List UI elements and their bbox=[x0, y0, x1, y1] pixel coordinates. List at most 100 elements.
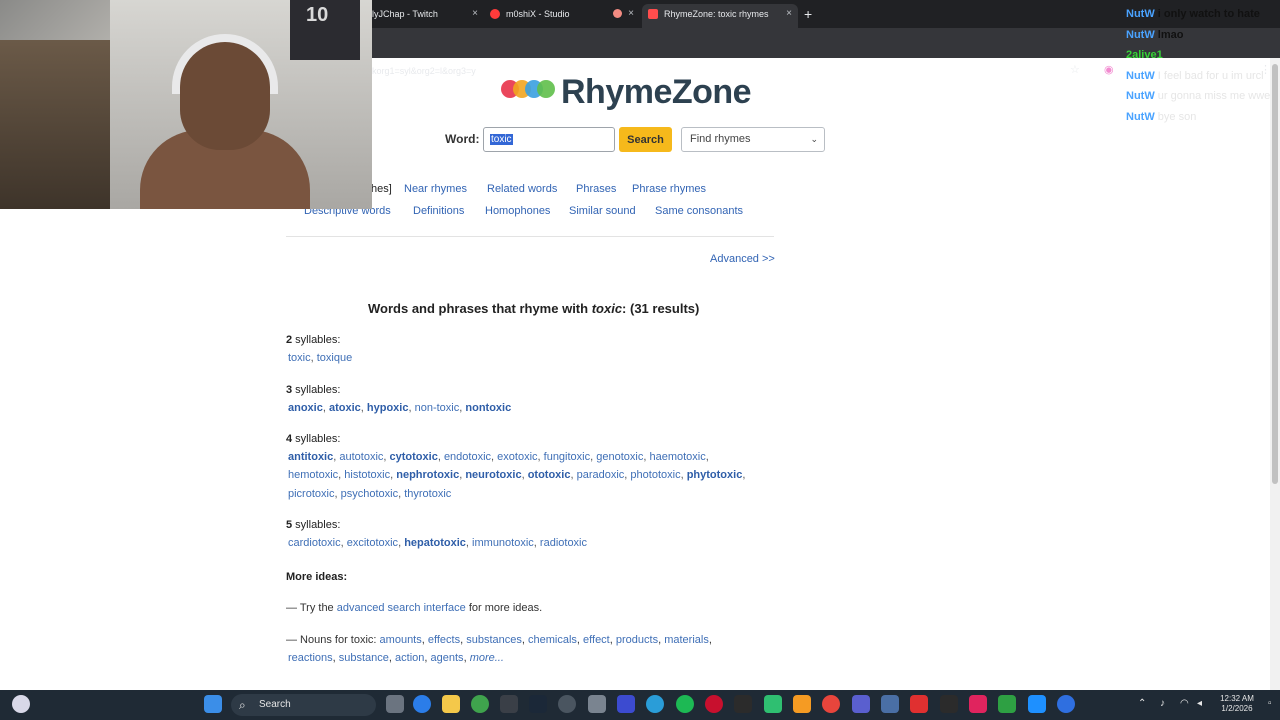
advanced-search-link[interactable]: advanced search interface bbox=[337, 602, 466, 614]
xbox-icon[interactable] bbox=[471, 695, 489, 713]
nav-related-words[interactable]: Related words bbox=[487, 183, 557, 195]
capcut-icon[interactable] bbox=[734, 695, 752, 713]
rhyme-word-link[interactable]: haemotoxic bbox=[649, 451, 705, 463]
app-icon[interactable] bbox=[998, 695, 1016, 713]
star-icon[interactable]: ☆ bbox=[1070, 63, 1080, 77]
more-nouns-link[interactable]: more... bbox=[470, 652, 504, 664]
noun-link[interactable]: products bbox=[616, 634, 658, 646]
rhyme-word-link[interactable]: hypoxic bbox=[367, 402, 409, 414]
nav-definitions[interactable]: Definitions bbox=[413, 205, 464, 217]
wifi-icon[interactable]: ◠ bbox=[1180, 698, 1189, 709]
app-icon[interactable] bbox=[793, 695, 811, 713]
app-icon[interactable] bbox=[910, 695, 928, 713]
rhyme-word-link[interactable]: psychotoxic bbox=[341, 488, 398, 500]
rhyme-word-link[interactable]: genotoxic bbox=[596, 451, 643, 463]
rhyme-word-link[interactable]: autotoxic bbox=[339, 451, 383, 463]
chrome-icon[interactable] bbox=[822, 695, 840, 713]
scrollbar-thumb[interactable] bbox=[1272, 64, 1278, 484]
noun-link[interactable]: substances bbox=[466, 634, 522, 646]
word-search-input[interactable]: toxic bbox=[483, 127, 615, 152]
close-tab-icon[interactable]: × bbox=[628, 4, 634, 24]
app-icon[interactable] bbox=[764, 695, 782, 713]
app-icon[interactable] bbox=[1057, 695, 1075, 713]
rhyme-word-link[interactable]: picrotoxic bbox=[288, 488, 334, 500]
tab-twitch[interactable]: lyJChap - Twitch × bbox=[360, 4, 484, 28]
app-icon[interactable] bbox=[852, 695, 870, 713]
new-tab-button[interactable]: + bbox=[804, 4, 812, 24]
noun-link[interactable]: action bbox=[395, 652, 424, 664]
rhyme-word-link[interactable]: nontoxic bbox=[465, 402, 511, 414]
nav-same-consonants[interactable]: Same consonants bbox=[655, 205, 743, 217]
close-tab-icon[interactable]: × bbox=[786, 4, 792, 24]
clock[interactable]: 12:32 AM 1/2/2026 bbox=[1214, 694, 1260, 714]
task-view-icon[interactable] bbox=[386, 695, 404, 713]
rhyme-word-link[interactable]: hepatotoxic bbox=[404, 537, 466, 549]
noun-link[interactable]: reactions bbox=[288, 652, 333, 664]
tab-studio[interactable]: m0shiX - Studio × bbox=[484, 4, 640, 28]
rhyme-word-link[interactable]: toxique bbox=[317, 352, 352, 364]
rhyme-word-link[interactable]: ototoxic bbox=[528, 469, 571, 481]
mode-select[interactable]: Find rhymes ⌄ bbox=[681, 127, 825, 152]
rhyme-word-link[interactable]: atoxic bbox=[329, 402, 361, 414]
steam-icon[interactable] bbox=[529, 695, 547, 713]
rhyme-word-link[interactable]: immunotoxic bbox=[472, 537, 534, 549]
rhyme-word-link[interactable]: anoxic bbox=[288, 402, 323, 414]
rhyme-word-link[interactable]: non-toxic bbox=[415, 402, 460, 414]
rhyme-word-link[interactable]: exotoxic bbox=[497, 451, 537, 463]
file-explorer-icon[interactable] bbox=[442, 695, 460, 713]
rhyme-word-link[interactable]: antitoxic bbox=[288, 451, 333, 463]
rhyme-word-link[interactable]: endotoxic bbox=[444, 451, 491, 463]
rhyme-word-link[interactable]: radiotoxic bbox=[540, 537, 587, 549]
weather-icon[interactable] bbox=[12, 695, 30, 713]
noun-link[interactable]: materials bbox=[664, 634, 709, 646]
rhyme-word-link[interactable]: histotoxic bbox=[344, 469, 390, 481]
opera-icon[interactable] bbox=[705, 695, 723, 713]
noun-link[interactable]: effect bbox=[583, 634, 610, 646]
rhyme-word-link[interactable]: cardiotoxic bbox=[288, 537, 341, 549]
rhyme-word-link[interactable]: cytotoxic bbox=[390, 451, 438, 463]
edge-icon[interactable] bbox=[646, 695, 664, 713]
rhyme-word-link[interactable]: thyrotoxic bbox=[404, 488, 451, 500]
notifications-icon[interactable]: ▫ bbox=[1268, 698, 1272, 709]
nav-phrase-rhymes[interactable]: Phrase rhymes bbox=[632, 183, 706, 195]
rhyme-word-link[interactable]: neurotoxic bbox=[465, 469, 521, 481]
rhyme-word-link[interactable]: nephrotoxic bbox=[396, 469, 459, 481]
nav-near-rhymes[interactable]: Near rhymes bbox=[404, 183, 467, 195]
noun-link[interactable]: effects bbox=[428, 634, 460, 646]
noun-link[interactable]: substance bbox=[339, 652, 389, 664]
noun-link[interactable]: amounts bbox=[380, 634, 422, 646]
tab-rhymezone[interactable]: RhymeZone: toxic rhymes × bbox=[642, 4, 798, 28]
nav-rhymes-partial[interactable]: hes] bbox=[371, 183, 392, 195]
close-tab-icon[interactable]: × bbox=[472, 4, 478, 24]
rhyme-word-link[interactable]: phytotoxic bbox=[687, 469, 743, 481]
rhyme-word-link[interactable]: hemotoxic bbox=[288, 469, 338, 481]
app-icon[interactable] bbox=[1028, 695, 1046, 713]
app-icon[interactable] bbox=[940, 695, 958, 713]
start-menu-icon[interactable] bbox=[204, 695, 222, 713]
volume-icon[interactable]: ◂ bbox=[1197, 698, 1202, 709]
extension-icon[interactable]: ◉ bbox=[1104, 63, 1114, 77]
nav-homophones[interactable]: Homophones bbox=[485, 205, 550, 217]
terminal-icon[interactable] bbox=[500, 695, 518, 713]
tiktok-icon[interactable] bbox=[969, 695, 987, 713]
copilot-icon[interactable] bbox=[413, 695, 431, 713]
search-button[interactable]: Search bbox=[619, 127, 672, 152]
rhyme-word-link[interactable]: fungitoxic bbox=[544, 451, 590, 463]
noun-link[interactable]: chemicals bbox=[528, 634, 577, 646]
rhyme-word-link[interactable]: excitotoxic bbox=[347, 537, 398, 549]
rhyme-word-link[interactable]: paradoxic bbox=[577, 469, 625, 481]
advanced-link[interactable]: Advanced >> bbox=[710, 253, 775, 265]
chevron-up-icon[interactable]: ⌃ bbox=[1138, 698, 1146, 709]
spotify-icon[interactable] bbox=[676, 695, 694, 713]
taskbar-search[interactable]: ⌕ Search bbox=[231, 694, 376, 716]
nav-phrases[interactable]: Phrases bbox=[576, 183, 616, 195]
app-icon[interactable] bbox=[558, 695, 576, 713]
settings-icon[interactable] bbox=[588, 695, 606, 713]
app-icon[interactable] bbox=[881, 695, 899, 713]
app-icon[interactable] bbox=[617, 695, 635, 713]
microphone-icon[interactable]: ♪ bbox=[1160, 698, 1165, 709]
rhyme-word-link[interactable]: phototoxic bbox=[630, 469, 680, 481]
noun-link[interactable]: agents bbox=[431, 652, 464, 664]
rhyme-word-link[interactable]: toxic bbox=[288, 352, 311, 364]
nav-similar-sound[interactable]: Similar sound bbox=[569, 205, 636, 217]
